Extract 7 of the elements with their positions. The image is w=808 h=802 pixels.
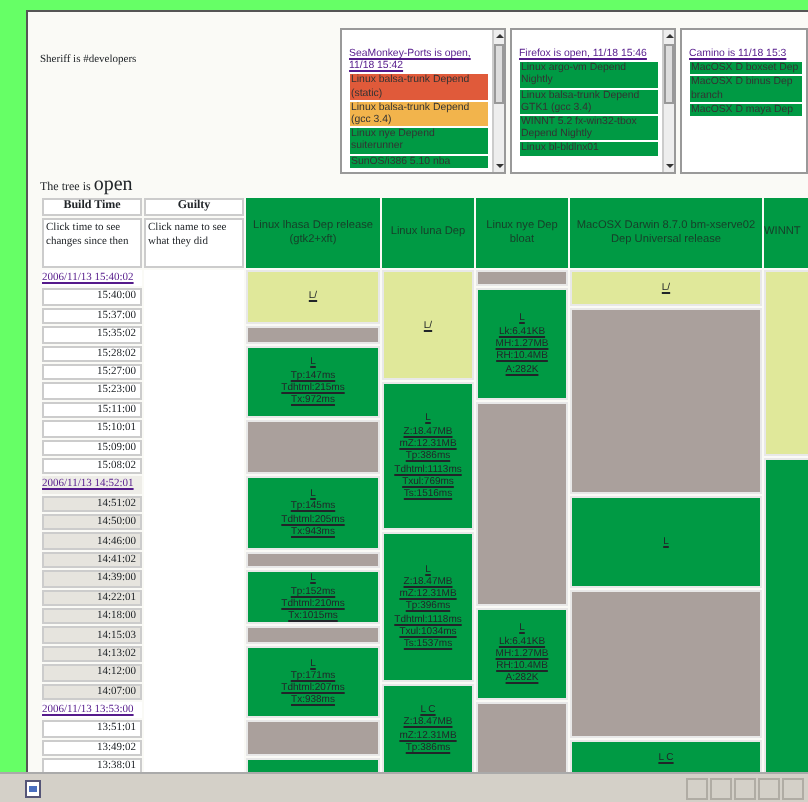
page-icon xyxy=(24,779,42,797)
scrollbar[interactable] xyxy=(491,30,504,172)
scroll-down-icon[interactable] xyxy=(493,160,504,172)
scroll-down-icon[interactable] xyxy=(663,160,674,172)
scroll-up-icon[interactable] xyxy=(663,30,674,42)
scroll-up-icon[interactable] xyxy=(493,30,504,42)
scrollbar[interactable] xyxy=(661,30,674,172)
